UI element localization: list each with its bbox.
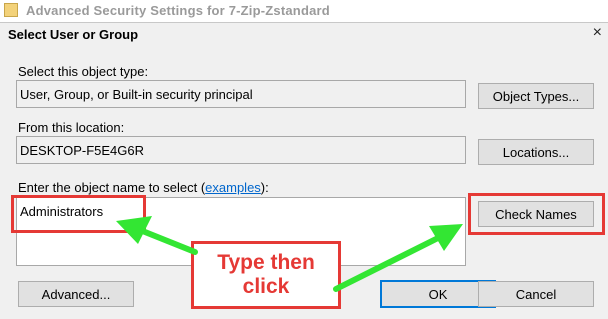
arrow-to-check-names-shaft (333, 234, 443, 292)
arrow-to-name-input-shaft (137, 227, 198, 255)
annotation-arrows (116, 216, 463, 292)
